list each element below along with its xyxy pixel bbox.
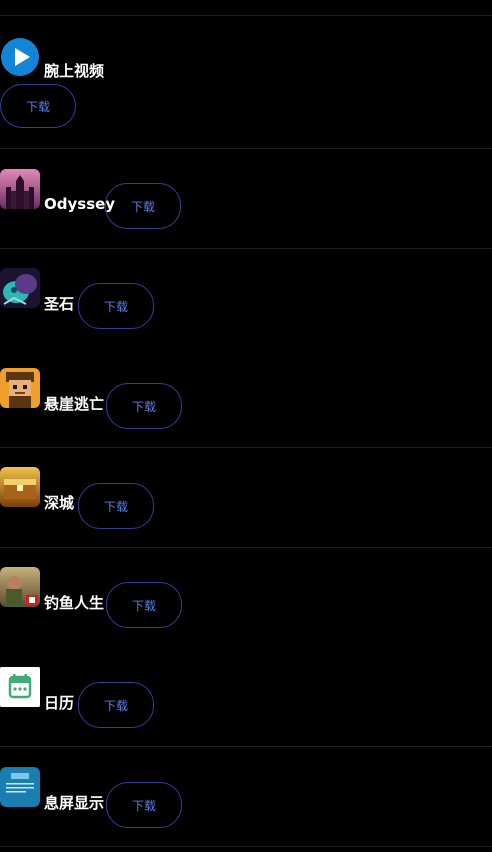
- download-button[interactable]: 下载: [0, 84, 76, 128]
- list-item: 钓鱼人生 下载: [0, 548, 492, 646]
- list-item: 深城 下载: [0, 448, 492, 547]
- list-item: 息屏显示 下载: [0, 747, 492, 846]
- download-button[interactable]: 下载: [78, 283, 154, 329]
- download-button[interactable]: 下载: [78, 483, 154, 529]
- list-item: 日历 下载: [0, 647, 492, 746]
- download-button[interactable]: 下载: [105, 183, 181, 229]
- download-button[interactable]: 下载: [106, 383, 182, 429]
- deep-city-chest-icon: [0, 467, 40, 507]
- always-on-display-icon: [0, 767, 40, 807]
- odyssey-castle-icon: [0, 169, 40, 209]
- app-name: 悬崖逃亡: [44, 395, 105, 413]
- list-item: 悬崖逃亡 下载: [0, 349, 492, 447]
- play-video-icon: [0, 37, 40, 77]
- list-item: 圣石 下载: [0, 249, 492, 348]
- download-button[interactable]: 下载: [78, 682, 154, 728]
- holy-stone-monster-icon: [0, 268, 40, 308]
- app-name: 深城: [44, 494, 75, 512]
- app-name: 圣石: [44, 295, 75, 313]
- app-name: 息屏显示: [44, 794, 105, 812]
- download-button[interactable]: 下载: [106, 582, 182, 628]
- app-name: 腕上视频: [44, 62, 105, 80]
- app-name: 日历: [44, 694, 75, 712]
- download-button[interactable]: 下载: [106, 782, 182, 828]
- cliff-escape-character-icon: [0, 368, 40, 408]
- list-item: 腕上视频 下载: [0, 16, 492, 148]
- fishing-life-icon: [0, 567, 40, 607]
- app-name: 钓鱼人生: [44, 594, 105, 612]
- app-download-list: 腕上视频 下载 Odyssey 下载 圣石 下载 悬崖逃亡 下载 深城 下载 钓…: [0, 0, 492, 852]
- divider: [0, 846, 492, 847]
- list-item: Odyssey 下载: [0, 149, 492, 248]
- calendar-icon: [0, 667, 40, 707]
